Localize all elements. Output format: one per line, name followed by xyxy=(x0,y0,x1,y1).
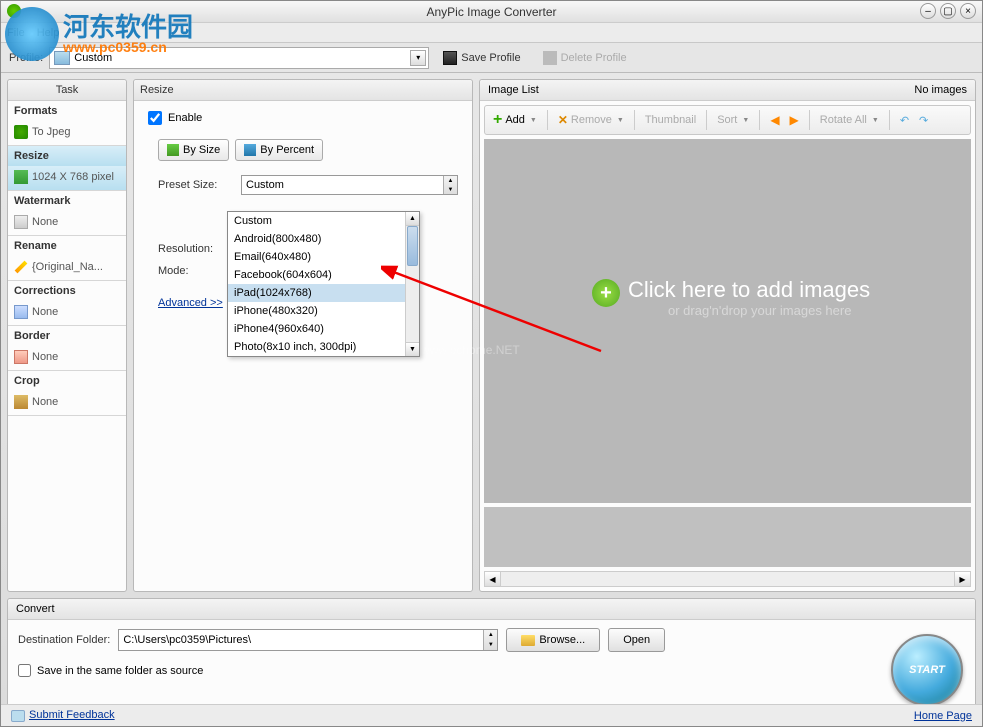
preset-option-selected[interactable]: iPad(1024x768) xyxy=(228,284,419,302)
save-icon xyxy=(443,51,457,65)
preset-size-label: Preset Size: xyxy=(158,179,233,191)
resize-panel: Resize Enable By Size By Percent Preset … xyxy=(133,79,473,592)
plus-icon: + xyxy=(493,111,502,129)
redo-button[interactable]: ↷ xyxy=(915,111,932,130)
thumbnail-button[interactable]: Thumbnail xyxy=(641,111,700,129)
watermark-icon xyxy=(14,215,28,229)
home-page-link[interactable]: Home Page xyxy=(914,710,972,722)
percent-icon xyxy=(244,144,256,156)
resize-title: Resize xyxy=(134,80,472,101)
x-icon: ✕ xyxy=(558,113,568,127)
task-watermark[interactable]: Watermark None xyxy=(8,191,126,236)
close-button[interactable]: × xyxy=(960,3,976,19)
open-button[interactable]: Open xyxy=(608,628,665,652)
add-button[interactable]: +Add▼ xyxy=(489,108,541,132)
submit-feedback-link[interactable]: Submit Feedback xyxy=(29,709,115,721)
image-list-status: No images xyxy=(914,84,967,96)
task-title: Task xyxy=(8,80,126,101)
sort-button[interactable]: Sort▼ xyxy=(713,111,753,129)
corrections-icon xyxy=(14,305,28,319)
next-button[interactable]: ▶ xyxy=(786,110,803,130)
crop-icon xyxy=(14,395,28,409)
border-icon xyxy=(14,350,28,364)
window-title: AnyPic Image Converter xyxy=(426,5,556,19)
profile-value: Custom xyxy=(74,52,112,64)
preset-option[interactable]: Facebook(604x604) xyxy=(228,266,419,284)
undo-button[interactable]: ↶ xyxy=(896,111,913,130)
minimize-button[interactable]: – xyxy=(920,3,936,19)
add-plus-icon: + xyxy=(592,279,620,307)
same-folder-input[interactable] xyxy=(18,664,31,677)
preset-option[interactable]: iPhone4(960x640) xyxy=(228,320,419,338)
convert-panel: Convert Destination Folder: C:\Users\pc0… xyxy=(7,598,976,719)
maximize-button[interactable]: ▢ xyxy=(940,3,956,19)
enable-checkbox[interactable]: Enable xyxy=(148,111,458,125)
resize-icon xyxy=(14,170,28,184)
by-size-button[interactable]: By Size xyxy=(158,139,229,161)
horizontal-scrollbar[interactable]: ◀▶ xyxy=(484,571,971,587)
menubar: File Help xyxy=(1,23,982,43)
same-folder-checkbox[interactable]: Save in the same folder as source xyxy=(18,664,965,677)
feedback-icon xyxy=(11,710,25,722)
arrow-right-icon: ▶ xyxy=(790,113,799,127)
task-resize[interactable]: Resize 1024 X 768 pixel xyxy=(8,146,126,191)
delete-profile-button[interactable]: Delete Profile xyxy=(535,47,635,69)
preset-option[interactable]: Custom xyxy=(228,212,419,230)
browse-button[interactable]: Browse... xyxy=(506,628,600,652)
destination-label: Destination Folder: xyxy=(18,634,110,646)
remove-button[interactable]: ✕Remove▼ xyxy=(554,110,628,130)
pencil-icon xyxy=(15,261,28,274)
menu-file[interactable]: File xyxy=(7,27,25,39)
profile-label: Profile: xyxy=(9,52,43,64)
rotate-all-button[interactable]: Rotate All▼ xyxy=(816,111,883,129)
thumbnail-strip xyxy=(484,507,971,567)
convert-title: Convert xyxy=(8,599,975,620)
start-button[interactable]: START xyxy=(891,634,963,706)
menu-help[interactable]: Help xyxy=(37,27,60,39)
destination-input[interactable]: C:\Users\pc0359\Pictures\ ▲▼ xyxy=(118,629,498,651)
preset-size-dropdown[interactable]: Custom Android(800x480) Email(640x480) F… xyxy=(227,211,420,357)
task-crop[interactable]: Crop None xyxy=(8,371,126,416)
by-percent-button[interactable]: By Percent xyxy=(235,139,323,161)
app-icon xyxy=(7,4,21,18)
status-bar: Submit Feedback Home Page xyxy=(1,704,982,726)
app-window: AnyPic Image Converter – ▢ × File Help P… xyxy=(0,0,983,727)
arrow-left-icon: ◀ xyxy=(770,113,779,127)
prev-button[interactable]: ◀ xyxy=(766,110,783,130)
image-toolbar: +Add▼ ✕Remove▼ Thumbnail Sort▼ ◀ ▶ Rotat… xyxy=(484,105,971,135)
preset-option[interactable]: Email(640x480) xyxy=(228,248,419,266)
drop-text-2: or drag'n'drop your images here xyxy=(668,303,851,318)
preset-option[interactable]: Photo(8x10 inch, 300dpi) xyxy=(228,338,419,356)
convert-icon xyxy=(14,125,28,139)
task-corrections[interactable]: Corrections None xyxy=(8,281,126,326)
titlebar: AnyPic Image Converter – ▢ × xyxy=(1,1,982,23)
task-formats[interactable]: Formats To Jpeg xyxy=(8,101,126,146)
image-list-panel: Image List No images +Add▼ ✕Remove▼ Thum… xyxy=(479,79,976,592)
undo-icon: ↶ xyxy=(900,114,909,127)
dropdown-scrollbar[interactable]: ▲ ▼ xyxy=(405,212,419,356)
image-list-title: Image List xyxy=(488,84,539,96)
dropdown-arrow-icon[interactable]: ▾ xyxy=(410,50,426,66)
preset-option[interactable]: iPhone(480x320) xyxy=(228,302,419,320)
drop-area[interactable]: + Click here to add images or drag'n'dro… xyxy=(484,139,971,503)
folder-icon xyxy=(521,635,535,646)
mode-label: Mode: xyxy=(158,265,233,277)
resolution-label: Resolution: xyxy=(158,243,233,255)
delete-icon xyxy=(543,51,557,65)
preset-option[interactable]: Android(800x480) xyxy=(228,230,419,248)
profile-bar: Profile: Custom ▾ Save Profile Delete Pr… xyxy=(1,43,982,73)
task-panel: Task Formats To Jpeg Resize 1024 X 768 p… xyxy=(7,79,127,592)
redo-icon: ↷ xyxy=(919,114,928,127)
task-border[interactable]: Border None xyxy=(8,326,126,371)
profile-icon xyxy=(54,51,70,65)
profile-select[interactable]: Custom ▾ xyxy=(49,47,429,69)
expand-icon xyxy=(167,144,179,156)
preset-size-combo[interactable]: Custom ▲▼ xyxy=(241,175,458,195)
save-profile-button[interactable]: Save Profile xyxy=(435,47,528,69)
task-rename[interactable]: Rename {Original_Na... xyxy=(8,236,126,281)
drop-text-1: Click here to add images xyxy=(628,277,870,303)
enable-check-input[interactable] xyxy=(148,111,162,125)
advanced-link[interactable]: Advanced >> xyxy=(158,297,223,309)
